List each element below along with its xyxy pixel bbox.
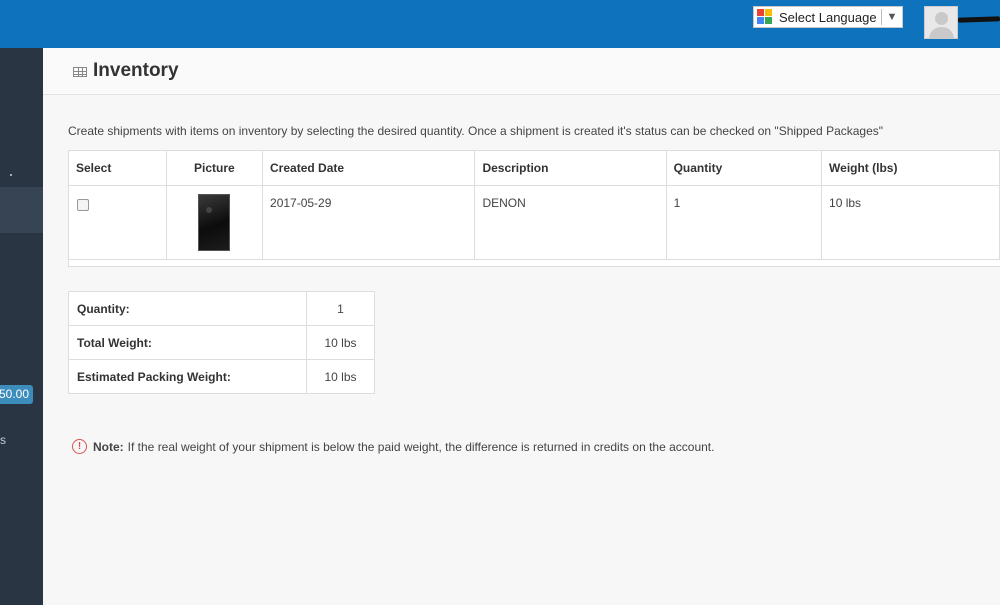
description-cell: DENON bbox=[474, 184, 667, 260]
page-title: Inventory bbox=[93, 60, 179, 81]
created-date-cell: 2017-05-29 bbox=[262, 184, 476, 260]
summary-label: Estimated Packing Weight: bbox=[68, 359, 307, 394]
column-header-quantity[interactable]: Quantity bbox=[665, 151, 823, 186]
column-header-select: Select bbox=[69, 151, 167, 186]
inventory-table-container: Select Picture Created Date Description … bbox=[68, 150, 1000, 267]
column-header-created-date[interactable]: Created Date bbox=[262, 151, 476, 186]
summary-row-packing-weight: Estimated Packing Weight: 10 lbs bbox=[68, 359, 375, 394]
summary-value: 10 lbs bbox=[306, 325, 375, 360]
shipment-summary-table: Quantity: 1 Total Weight: 10 lbs Estimat… bbox=[68, 291, 375, 394]
summary-label: Quantity: bbox=[68, 291, 307, 326]
table-icon bbox=[73, 67, 87, 77]
sidebar-item-active[interactable] bbox=[0, 187, 43, 233]
redacted-username bbox=[957, 16, 1000, 23]
language-selector-label: Select Language bbox=[779, 9, 877, 25]
sidebar: 50.00 s bbox=[0, 48, 43, 605]
column-header-weight[interactable]: Weight (lbs) bbox=[821, 151, 1000, 186]
language-selector[interactable]: Select Language ▼ bbox=[753, 6, 903, 28]
sidebar-item-label-partial[interactable]: s bbox=[0, 433, 6, 447]
quantity-cell: 1 bbox=[665, 184, 823, 260]
weight-cell: 10 lbs bbox=[821, 184, 1000, 260]
note-label: Note: bbox=[93, 439, 124, 454]
sidebar-dot bbox=[10, 174, 12, 176]
item-picture[interactable] bbox=[198, 193, 231, 251]
weight-note: ! Note: If the real weight of your shipm… bbox=[72, 439, 714, 454]
content-header: Inventory bbox=[43, 48, 1000, 95]
exclamation-circle-icon: ! bbox=[72, 439, 87, 454]
dropdown-arrow-icon[interactable]: ▼ bbox=[882, 11, 902, 23]
top-navbar: Select Language ▼ bbox=[0, 0, 1000, 48]
table-header-row: Select Picture Created Date Description … bbox=[69, 151, 1000, 186]
summary-label: Total Weight: bbox=[68, 325, 307, 360]
note-text: If the real weight of your shipment is b… bbox=[127, 439, 715, 454]
column-header-description[interactable]: Description bbox=[474, 151, 667, 186]
balance-badge: 50.00 bbox=[0, 385, 33, 404]
summary-row-total-weight: Total Weight: 10 lbs bbox=[68, 325, 375, 360]
google-translate-icon bbox=[757, 9, 773, 25]
summary-value: 1 bbox=[306, 291, 375, 326]
intro-text: Create shipments with items on inventory… bbox=[68, 124, 884, 138]
select-cell bbox=[69, 184, 167, 260]
row-select-checkbox[interactable] bbox=[77, 198, 89, 211]
inventory-table: Select Picture Created Date Description … bbox=[69, 151, 1000, 260]
summary-value: 10 lbs bbox=[306, 359, 375, 394]
avatar-head-shape bbox=[935, 12, 948, 25]
avatar-body-shape bbox=[929, 27, 954, 38]
table-row: 2017-05-29 DENON 1 10 lbs bbox=[69, 184, 1000, 260]
picture-cell bbox=[165, 184, 264, 260]
summary-row-quantity: Quantity: 1 bbox=[68, 291, 375, 326]
user-avatar[interactable] bbox=[924, 6, 958, 39]
column-header-picture: Picture bbox=[165, 151, 264, 186]
